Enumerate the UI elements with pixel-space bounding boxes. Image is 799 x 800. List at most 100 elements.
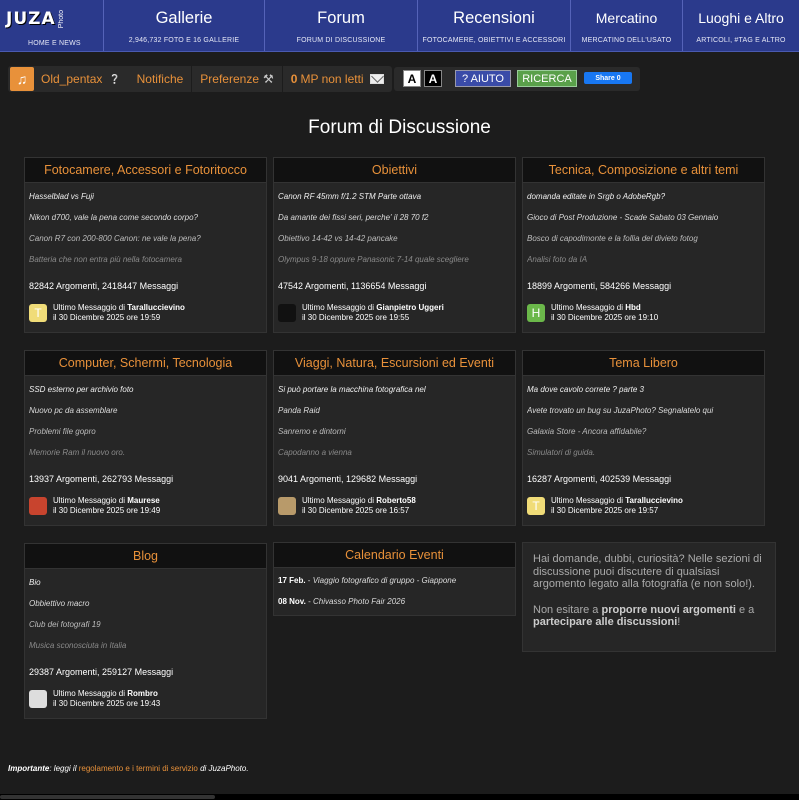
topic-link[interactable]: Da amante dei fissi seri, perche' il 28 …	[278, 207, 511, 228]
nav-gallerie[interactable]: Gallerie 2,946,732 FOTO E 16 GALLERIE	[104, 0, 265, 51]
topic-link[interactable]: Memorie Ram il nuovo oro.	[29, 442, 262, 463]
nav-mercatino-sub: MERCATINO DELL'USATO	[581, 36, 672, 44]
footer-notice: Importante: leggi il regolamento e i ter…	[8, 764, 249, 773]
forum-title[interactable]: Blog	[25, 544, 266, 569]
last-user-avatar[interactable]: T	[527, 497, 545, 515]
forum-title[interactable]: Tecnica, Composizione e altri temi	[523, 158, 764, 183]
topic-link[interactable]: Avete trovato un bug su JuzaPhoto? Segna…	[527, 400, 760, 421]
info-bold-propose: proporre nuovi argomenti	[601, 603, 736, 616]
topic-link[interactable]: Canon RF 45mm f/1.2 STM Parte ottava	[278, 186, 511, 207]
topic-link[interactable]: Analisi foto da IA	[527, 249, 760, 270]
last-user-avatar[interactable]: H	[527, 304, 545, 322]
topic-list: SSD esterno per archivio foto Nuovo pc da…	[25, 376, 266, 463]
last-message-date: il 30 Dicembre 2025 ore 19:49	[53, 506, 161, 515]
topic-link[interactable]: Galaxia Store - Ancora affidabile?	[527, 421, 760, 442]
last-message-user[interactable]: Gianpietro Uggeri	[376, 303, 444, 312]
preferenze-link[interactable]: Preferenze ⚒	[192, 66, 283, 92]
topic-link[interactable]: Canon R7 con 200-800 Canon: ne vale la p…	[29, 228, 262, 249]
topic-link[interactable]: Obbiettivo macro	[29, 593, 262, 614]
topic-link[interactable]: Hasselblad vs Fuji	[29, 186, 262, 207]
topic-link[interactable]: domanda editate in Srgb o AdobeRgb?	[527, 186, 760, 207]
calendar-event[interactable]: 17 Feb. - Viaggio fotografico di gruppo …	[274, 570, 515, 591]
dark-theme-button[interactable]: A	[424, 70, 442, 87]
username: Old_pentax	[41, 72, 103, 86]
last-message-user[interactable]: Roberto58	[376, 496, 416, 505]
scrollbar-thumb[interactable]	[0, 795, 215, 799]
last-user-avatar[interactable]	[278, 304, 296, 322]
nav-luoghi-sub: ARTICOLI, #TAG E ALTRO	[696, 36, 786, 44]
last-message: T Ultimo Messaggio di Taralluccievino il…	[25, 303, 266, 323]
nav-mercatino[interactable]: Mercatino MERCATINO DELL'USATO	[571, 0, 683, 51]
topic-list: Hasselblad vs Fuji Nikon d700, vale la pe…	[25, 183, 266, 270]
forum-card: Blog Bio Obbiettivo macro Club dei fotogra…	[24, 543, 267, 719]
topic-link[interactable]: SSD esterno per archivio foto	[29, 379, 262, 400]
help-button[interactable]: ? AIUTO	[455, 70, 511, 87]
info-icon[interactable]: ❔	[109, 74, 120, 85]
user-bar: ♫ Old_pentax ❔ Notifiche Preferenze ⚒ 0 …	[8, 66, 392, 92]
topic-link[interactable]: Problemi file gopro	[29, 421, 262, 442]
rules-link[interactable]: regolamento e i termini di servizio	[79, 764, 198, 773]
calendar-event[interactable]: 08 Nov. - Chivasso Photo Fair 2026	[274, 591, 515, 612]
nav-recensioni[interactable]: Recensioni FOTOCAMERE, OBIETTIVI E ACCES…	[418, 0, 571, 51]
notifiche-link[interactable]: Notifiche	[129, 66, 193, 92]
forum-card: Viaggi, Natura, Escursioni ed Eventi Si …	[273, 350, 516, 526]
topic-link[interactable]: Sanremo e dintorni	[278, 421, 511, 442]
topic-link[interactable]: Olympus 9-18 oppure Panasonic 7-14 quale…	[278, 249, 511, 270]
nav-forum[interactable]: Forum FORUM DI DISCUSSIONE	[265, 0, 418, 51]
forum-stats: 47542 Argomenti, 1136654 Messaggi	[278, 281, 427, 291]
footer-text: : leggi il	[49, 764, 79, 773]
topic-link[interactable]: Obiettivo 14-42 vs 14-42 pancake	[278, 228, 511, 249]
user-avatar: ♫	[10, 67, 34, 91]
last-message-user[interactable]: Maurese	[127, 496, 159, 505]
last-user-avatar[interactable]	[29, 497, 47, 515]
last-message: Ultimo Messaggio di Roberto58 il 30 Dice…	[274, 496, 515, 516]
nav-luoghi[interactable]: Luoghi e Altro ARTICOLI, #TAG E ALTRO	[683, 0, 799, 51]
last-message-user[interactable]: Taralluccievino	[127, 303, 185, 312]
light-theme-button[interactable]: A	[403, 70, 421, 87]
search-button[interactable]: RICERCA	[517, 70, 577, 87]
topic-link[interactable]: Bio	[29, 572, 262, 593]
topic-link[interactable]: Nuovo pc da assemblare	[29, 400, 262, 421]
forum-stats: 29387 Argomenti, 259127 Messaggi	[29, 667, 174, 677]
last-user-avatar[interactable]: T	[29, 304, 47, 322]
event-text: Viaggio fotografico di gruppo - Giappone	[312, 576, 457, 585]
nav-home[interactable]: JUZA Photo HOME E NEWS	[0, 0, 104, 51]
nav-gallerie-title: Gallerie	[155, 8, 213, 27]
event-date: 17 Feb.	[278, 576, 306, 585]
last-message-user[interactable]: Hbd	[625, 303, 641, 312]
last-message-prefix: Ultimo Messaggio di	[551, 303, 624, 312]
top-navigation: JUZA Photo HOME E NEWS Gallerie 2,946,73…	[0, 0, 799, 52]
horizontal-scrollbar[interactable]	[0, 794, 799, 800]
forum-card: Fotocamere, Accessori e Fotoritocco Hass…	[24, 157, 267, 333]
topic-link[interactable]: Musica sconosciuta in Italia	[29, 635, 262, 656]
topic-link[interactable]: Bosco di capodimonte e la follia del div…	[527, 228, 760, 249]
last-message-user[interactable]: Taralluccievino	[625, 496, 683, 505]
topic-link[interactable]: Capodanno a vienna	[278, 442, 511, 463]
forum-title[interactable]: Obiettivi	[274, 158, 515, 183]
topic-link[interactable]: Nikon d700, vale la pena come secondo co…	[29, 207, 262, 228]
last-message: Ultimo Messaggio di Maurese il 30 Dicemb…	[25, 496, 266, 516]
last-message-prefix: Ultimo Messaggio di	[53, 303, 126, 312]
messages-link[interactable]: 0 MP non letti	[283, 66, 392, 92]
last-user-avatar[interactable]	[278, 497, 296, 515]
topic-link[interactable]: Club dei fotografi 19	[29, 614, 262, 635]
last-user-avatar[interactable]	[29, 690, 47, 708]
forum-title[interactable]: Computer, Schermi, Tecnologia	[25, 351, 266, 376]
nav-forum-title: Forum	[317, 8, 365, 27]
topic-link[interactable]: Simulatori di guida.	[527, 442, 760, 463]
calendar-title[interactable]: Calendario Eventi	[274, 543, 515, 568]
topic-link[interactable]: Batteria che non entra più nella fotocam…	[29, 249, 262, 270]
topic-link[interactable]: Gioco di Post Produzione - Scade Sabato …	[527, 207, 760, 228]
topic-link[interactable]: Ma dove cavolo correte ? parte 3	[527, 379, 760, 400]
topic-link[interactable]: Si può portare la macchina fotografica n…	[278, 379, 511, 400]
last-message-text: Ultimo Messaggio di Roberto58 il 30 Dice…	[302, 496, 416, 516]
last-message: T Ultimo Messaggio di Taralluccievino il…	[523, 496, 764, 516]
forum-title[interactable]: Viaggi, Natura, Escursioni ed Eventi	[274, 351, 515, 376]
forum-title[interactable]: Tema Libero	[523, 351, 764, 376]
facebook-share-button[interactable]: Share 0	[584, 72, 632, 84]
last-message-user[interactable]: Rombro	[127, 689, 158, 698]
topic-link[interactable]: Panda Raid	[278, 400, 511, 421]
last-message-prefix: Ultimo Messaggio di	[302, 496, 375, 505]
forum-title[interactable]: Fotocamere, Accessori e Fotoritocco	[25, 158, 266, 183]
user-profile-link[interactable]: ♫ Old_pentax ❔	[8, 66, 129, 92]
